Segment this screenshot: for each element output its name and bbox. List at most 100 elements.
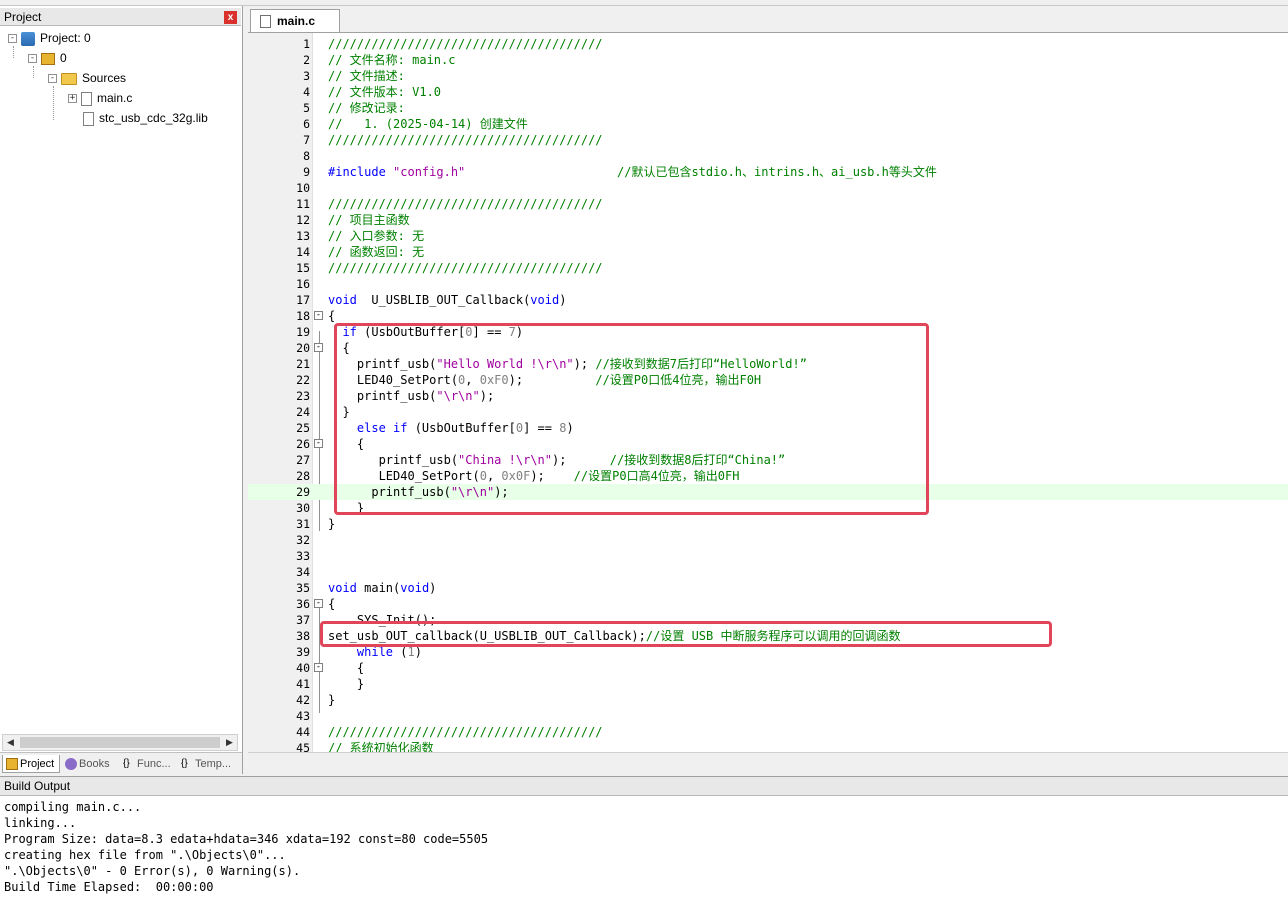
line-number: 24: [248, 404, 310, 420]
code-line[interactable]: 6 // 1. (2025-04-14) 创建文件: [248, 116, 1288, 132]
code-text: // 文件描述:: [328, 68, 405, 84]
scroll-left-icon[interactable]: ◀: [3, 736, 18, 749]
c-file-icon: [81, 92, 92, 106]
code-line[interactable]: 40- {: [248, 660, 1288, 676]
code-line[interactable]: 34: [248, 564, 1288, 580]
code-text: // 系统初始化函数: [328, 740, 434, 752]
tab-main-c-label: main.c: [277, 14, 315, 28]
code-line[interactable]: 16: [248, 276, 1288, 292]
tab-functions[interactable]: {} Func...: [120, 755, 176, 773]
line-number: 11: [248, 196, 310, 212]
code-text: // 文件版本: V1.0: [328, 84, 441, 100]
line-number: 13: [248, 228, 310, 244]
tab-main-c[interactable]: main.c: [250, 9, 340, 32]
tree-item-project[interactable]: - Project: 0: [8, 28, 91, 48]
books-icon: [65, 758, 77, 770]
code-line[interactable]: 44 //////////////////////////////////////: [248, 724, 1288, 740]
code-line[interactable]: 35 void main(void): [248, 580, 1288, 596]
code-line[interactable]: 17 void U_USBLIB_OUT_Callback(void): [248, 292, 1288, 308]
code-line[interactable]: 15 //////////////////////////////////////: [248, 260, 1288, 276]
line-number: 14: [248, 244, 310, 260]
tab-books[interactable]: Books: [62, 755, 118, 773]
line-number: 30: [248, 500, 310, 516]
collapse-icon[interactable]: -: [28, 54, 37, 63]
code-line[interactable]: 3 // 文件描述:: [248, 68, 1288, 84]
fold-toggle-icon[interactable]: -: [314, 599, 323, 608]
code-text: // 项目主函数: [328, 212, 410, 228]
code-line[interactable]: 31}: [248, 516, 1288, 532]
fold-toggle-icon[interactable]: -: [314, 311, 323, 320]
line-number: 41: [248, 676, 310, 692]
fold-toggle-icon[interactable]: -: [314, 439, 323, 448]
tree-item-sources[interactable]: - Sources: [48, 68, 126, 88]
code-line[interactable]: 41 }: [248, 676, 1288, 692]
code-line[interactable]: 43: [248, 708, 1288, 724]
project-panel-title-text: Project: [4, 10, 41, 24]
annotation-box-set-callback: [320, 621, 1052, 647]
code-text: }: [328, 516, 335, 532]
line-number: 22: [248, 372, 310, 388]
tab-templates[interactable]: {} Temp...: [178, 755, 240, 773]
project-panel: Project  x - Project: 0 -0 - Sources + mai…: [0, 6, 243, 774]
code-line[interactable]: 7 //////////////////////////////////////: [248, 132, 1288, 148]
code-line[interactable]: 45 // 系统初始化函数: [248, 740, 1288, 752]
fold-toggle-icon[interactable]: -: [314, 343, 323, 352]
project-horizontal-scrollbar[interactable]: ◀ ▶: [2, 734, 238, 751]
line-number: 21: [248, 356, 310, 372]
expand-icon[interactable]: +: [68, 94, 77, 103]
code-line[interactable]: 14 // 函数返回: 无: [248, 244, 1288, 260]
build-output-text[interactable]: compiling main.c... linking... Program Siz…: [4, 799, 488, 895]
code-text: //////////////////////////////////////: [328, 260, 603, 276]
line-number: 12: [248, 212, 310, 228]
close-icon[interactable]: x: [224, 11, 237, 24]
c-file-icon: [260, 15, 271, 28]
tree-item-main-c[interactable]: + main.c: [68, 88, 132, 108]
code-line[interactable]: 8: [248, 148, 1288, 164]
code-text: void U_USBLIB_OUT_Callback(void): [328, 292, 566, 308]
code-text: //////////////////////////////////////: [328, 724, 603, 740]
line-number: 35: [248, 580, 310, 596]
code-line[interactable]: 18-{: [248, 308, 1288, 324]
scrollbar-thumb[interactable]: [20, 737, 220, 748]
code-text: }: [328, 676, 364, 692]
tree-item-target[interactable]: -0: [28, 48, 67, 68]
scroll-right-icon[interactable]: ▶: [222, 736, 237, 749]
code-line[interactable]: 2 // 文件名称: main.c: [248, 52, 1288, 68]
line-number: 28: [248, 468, 310, 484]
editor-horizontal-scrollbar[interactable]: [248, 752, 1288, 768]
code-text: // 修改记录:: [328, 100, 405, 116]
folder-icon: [61, 73, 77, 85]
line-number: 7: [248, 132, 310, 148]
code-line[interactable]: 11 //////////////////////////////////////: [248, 196, 1288, 212]
collapse-icon[interactable]: -: [48, 74, 57, 83]
functions-icon: {}: [123, 758, 135, 770]
code-line[interactable]: 12 // 项目主函数: [248, 212, 1288, 228]
code-line[interactable]: 32: [248, 532, 1288, 548]
annotation-box-callback-body: [334, 323, 929, 515]
line-number: 25: [248, 420, 310, 436]
line-number: 17: [248, 292, 310, 308]
code-line[interactable]: 10: [248, 180, 1288, 196]
code-line[interactable]: 42}: [248, 692, 1288, 708]
tab-project[interactable]: Project: [2, 755, 60, 773]
code-editor[interactable]: 1//////////////////////////////////////2…: [248, 32, 1288, 752]
tree-item-lib[interactable]: stc_usb_cdc_32g.lib: [83, 108, 208, 128]
tree-item-target-label: 0: [60, 51, 67, 65]
line-number: 44: [248, 724, 310, 740]
line-number: 45: [248, 740, 310, 752]
line-number: 8: [248, 148, 310, 164]
code-line[interactable]: 5 // 修改记录:: [248, 100, 1288, 116]
code-line[interactable]: 33: [248, 548, 1288, 564]
code-line[interactable]: 1 //////////////////////////////////////: [248, 36, 1288, 52]
line-number: 33: [248, 548, 310, 564]
collapse-icon[interactable]: -: [8, 34, 17, 43]
code-text: //////////////////////////////////////: [328, 132, 603, 148]
code-line[interactable]: 36-{: [248, 596, 1288, 612]
code-line[interactable]: 9 #include "config.h" //默认已包含stdio.h、intr…: [248, 164, 1288, 180]
tree-item-sources-label: Sources: [82, 71, 126, 85]
line-number: 16: [248, 276, 310, 292]
fold-toggle-icon[interactable]: -: [314, 663, 323, 672]
line-number: 18: [248, 308, 310, 324]
code-line[interactable]: 4 // 文件版本: V1.0: [248, 84, 1288, 100]
code-line[interactable]: 13 // 入口参数: 无: [248, 228, 1288, 244]
